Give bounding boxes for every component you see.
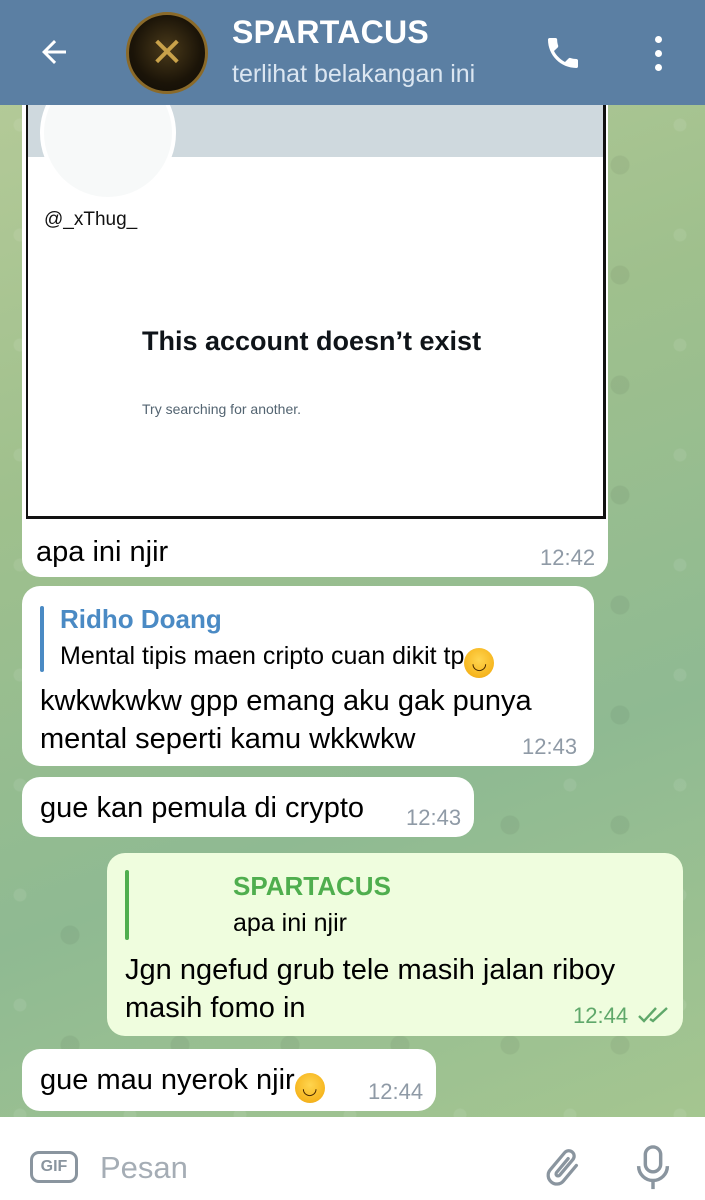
reply-quote-bar [125, 870, 129, 940]
account-missing-subtitle: Try searching for another. [142, 401, 302, 417]
ripple-logo-icon: ✕ [150, 31, 184, 75]
reply-quote-text: apa ini njir [233, 909, 347, 937]
chat-header: ✕ SPARTACUS terlihat belakangan ini [0, 0, 705, 105]
paperclip-icon [546, 1149, 579, 1186]
microphone-icon [636, 1145, 670, 1190]
reply-quote-text: Mental tipis maen cripto cuan dikit tp ◡ [60, 642, 495, 678]
message-time: 12:43 [522, 734, 578, 759]
last-seen-status: terlihat belakangan ini [232, 60, 476, 88]
profile-handle: @_xThug_ [44, 209, 138, 230]
reply-quote-author[interactable]: Ridho Doang [60, 604, 222, 635]
screenshot-image[interactable]: @_xThug_ This account doesn’t exist Try … [26, 105, 606, 519]
more-dot-icon [654, 35, 662, 43]
reply-quote-bar [40, 606, 44, 672]
profile-avatar-placeholder [40, 105, 176, 201]
chat-title[interactable]: SPARTACUS [232, 14, 429, 51]
arrow-left-icon [42, 40, 66, 64]
reply-quote-author[interactable]: SPARTACUS [233, 871, 391, 902]
outgoing-message[interactable]: SPARTACUS apa ini njir Jgn ngefud grub t… [107, 853, 683, 1036]
laughing-emoji-icon: ◡ [464, 648, 495, 678]
more-options-button[interactable] [640, 30, 676, 76]
laughing-emoji-icon: ◡ [294, 1073, 325, 1103]
message-text: kwkwkwkw gpp emang aku gak punya mental … [40, 685, 532, 755]
message-time: 12:44 [573, 1003, 629, 1028]
message-time: 12:43 [406, 805, 462, 830]
double-check-icon [638, 1007, 668, 1023]
back-button[interactable] [32, 30, 76, 74]
message-input-bar: GIF Pesan [0, 1117, 705, 1200]
incoming-message[interactable]: gue kan pemula di crypto 12:43 [22, 777, 474, 837]
message-time: 12:44 [368, 1079, 424, 1104]
phone-icon [548, 38, 578, 68]
message-text: gue kan pemula di crypto [40, 792, 365, 824]
message-time: 12:42 [540, 545, 596, 570]
message-text: apa ini njir [36, 536, 169, 568]
call-button[interactable] [540, 30, 586, 76]
incoming-message[interactable]: gue mau nyerok njir ◡ 12:44 [22, 1049, 436, 1111]
message-text: gue mau nyerok njir ◡ [40, 1061, 325, 1103]
image-message[interactable]: @_xThug_ This account doesn’t exist Try … [22, 105, 608, 577]
attach-button[interactable] [540, 1145, 586, 1191]
chat-avatar[interactable]: ✕ [126, 12, 208, 94]
reply-message[interactable]: Ridho Doang Mental tipis maen cripto cua… [22, 586, 594, 766]
account-missing-title: This account doesn’t exist [142, 326, 482, 356]
message-input[interactable]: Pesan [100, 1150, 188, 1186]
more-dot-icon [654, 63, 662, 71]
gif-button[interactable]: GIF [30, 1151, 78, 1183]
voice-record-button[interactable] [630, 1143, 676, 1193]
more-dot-icon [654, 49, 662, 57]
